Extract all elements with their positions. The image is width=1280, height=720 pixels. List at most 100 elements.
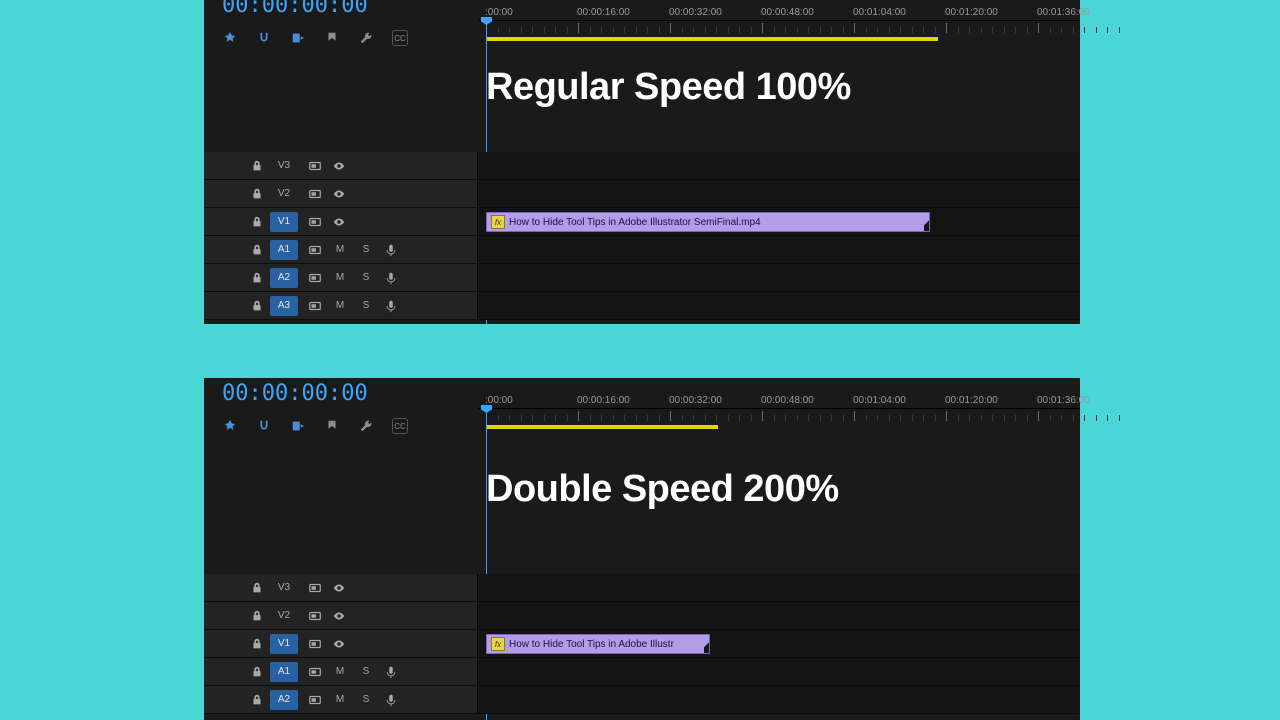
track-label[interactable]: V3 [270,156,298,176]
sync-lock-icon[interactable] [304,184,326,204]
track-lane[interactable] [478,602,1080,629]
track-lane[interactable] [478,152,1080,179]
time-ruler[interactable]: :00:0000:00:16:0000:00:32:0000:00:48:000… [478,408,1080,438]
track-lane[interactable] [478,292,1080,319]
track-lane[interactable] [478,686,1080,713]
lock-icon[interactable] [246,268,268,288]
video-clip[interactable]: fxHow to Hide Tool Tips in Adobe Illustr… [486,212,930,232]
playhead-timecode[interactable]: 00:00:00:00 [222,381,368,406]
tracks-area: V3 V2 V1 fxHow to Hide Tool Tips in Adobe I… [204,152,1080,320]
clip-name: How to Hide Tool Tips in Adobe Illustr [509,639,674,650]
solo-button[interactable]: S [354,240,378,260]
snap-icon[interactable] [256,418,272,434]
insert-icon[interactable] [222,418,238,434]
track-label[interactable]: V2 [270,606,298,626]
audio-track-row: A3 MS [204,292,1080,320]
track-label[interactable]: A1 [270,240,298,260]
track-label[interactable]: V3 [270,578,298,598]
track-header: V2 [204,602,478,629]
mute-button[interactable]: M [328,296,352,316]
wrench-icon[interactable] [358,418,374,434]
solo-button[interactable]: S [354,268,378,288]
ruler-tick-label: 00:01:04:00 [853,395,906,406]
snap-icon[interactable] [256,30,272,46]
linked-selection-icon[interactable] [290,418,306,434]
mute-button[interactable]: M [328,240,352,260]
sync-lock-icon[interactable] [304,240,326,260]
sync-lock-icon[interactable] [304,156,326,176]
sync-lock-icon[interactable] [304,690,326,710]
lock-icon[interactable] [246,662,268,682]
mute-button[interactable]: M [328,662,352,682]
mic-icon[interactable] [380,296,402,316]
lock-icon[interactable] [246,240,268,260]
eye-icon[interactable] [328,184,350,204]
work-area-bar[interactable] [486,37,938,41]
track-lane[interactable] [478,180,1080,207]
work-area-bar[interactable] [486,425,718,429]
lock-icon[interactable] [246,212,268,232]
mute-button[interactable]: M [328,268,352,288]
insert-icon[interactable] [222,30,238,46]
track-label[interactable]: V1 [270,634,298,654]
marker-icon[interactable] [324,30,340,46]
mic-icon[interactable] [380,240,402,260]
track-lane[interactable]: fxHow to Hide Tool Tips in Adobe Illustr… [478,208,1080,235]
eye-icon[interactable] [328,606,350,626]
track-label[interactable]: A1 [270,662,298,682]
lock-icon[interactable] [246,634,268,654]
solo-button[interactable]: S [354,662,378,682]
track-label[interactable]: V1 [270,212,298,232]
mic-icon[interactable] [380,690,402,710]
video-clip[interactable]: fx How to Hide Tool Tips in Adobe Illustr [486,634,710,654]
mute-button[interactable]: M [328,690,352,710]
captions-icon[interactable]: CC [392,418,408,434]
mic-icon[interactable] [380,268,402,288]
mic-icon[interactable] [380,662,402,682]
overlay-text-double: Double Speed 200% [486,468,839,511]
wrench-icon[interactable] [358,30,374,46]
sync-lock-icon[interactable] [304,212,326,232]
timeline-panel-regular: 00:00:00:00 CC :00:0000:00:16:0000:00:32… [204,0,1080,324]
eye-icon[interactable] [328,634,350,654]
sync-lock-icon[interactable] [304,268,326,288]
track-label[interactable]: A2 [270,268,298,288]
video-track-row: V1 fx How to Hide Tool Tips in Adobe Illus… [204,630,1080,658]
track-lane[interactable]: fx How to Hide Tool Tips in Adobe Illustr [478,630,1080,657]
sync-lock-icon[interactable] [304,606,326,626]
lock-icon[interactable] [246,296,268,316]
fx-badge: fx [491,637,505,651]
fx-badge: fx [491,215,505,229]
eye-icon[interactable] [328,212,350,232]
solo-button[interactable]: S [354,690,378,710]
track-label[interactable]: A2 [270,690,298,710]
sync-lock-icon[interactable] [304,634,326,654]
marker-icon[interactable] [324,418,340,434]
track-lane[interactable] [478,574,1080,601]
lock-icon[interactable] [246,184,268,204]
ruler-tick-label: :00:00 [485,7,513,18]
solo-button[interactable]: S [354,296,378,316]
track-lane[interactable] [478,236,1080,263]
time-ruler[interactable]: :00:0000:00:16:0000:00:32:0000:00:48:000… [478,20,1080,50]
timecode-readout: 00:00:00:00 [204,0,478,18]
track-label[interactable]: A3 [270,296,298,316]
track-lane[interactable] [478,264,1080,291]
captions-icon[interactable]: CC [392,30,408,46]
track-lane[interactable] [478,658,1080,685]
playhead-timecode[interactable]: 00:00:00:00 [222,0,368,18]
lock-icon[interactable] [246,606,268,626]
lock-icon[interactable] [246,690,268,710]
sync-lock-icon[interactable] [304,296,326,316]
sync-lock-icon[interactable] [304,662,326,682]
lock-icon[interactable] [246,156,268,176]
track-label[interactable]: V2 [270,184,298,204]
eye-icon[interactable] [328,156,350,176]
track-header: A3 MS [204,292,478,319]
track-header: V3 [204,152,478,179]
lock-icon[interactable] [246,578,268,598]
eye-icon[interactable] [328,578,350,598]
linked-selection-icon[interactable] [290,30,306,46]
sync-lock-icon[interactable] [304,578,326,598]
ruler-tick-label: 00:00:16:00 [577,395,630,406]
